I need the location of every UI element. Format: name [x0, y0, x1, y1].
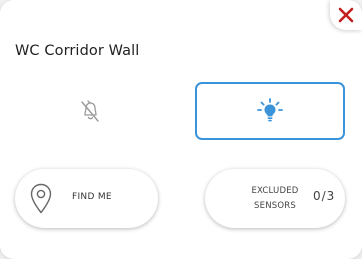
excluded-sensors-label: EXCLUDED SENSORS	[245, 184, 305, 214]
light-off-button[interactable]	[16, 83, 164, 139]
panel-title: WC Corridor Wall	[15, 43, 140, 59]
location-pin-icon	[30, 183, 52, 214]
close-icon	[338, 7, 354, 23]
find-me-label: FIND ME	[72, 192, 112, 202]
excluded-sensors-button[interactable]: EXCLUDED SENSORS 0/3	[205, 169, 345, 228]
light-off-icon	[81, 100, 99, 122]
close-button[interactable]	[330, 0, 362, 30]
excluded-label-line2: SENSORS	[254, 201, 296, 211]
light-on-button[interactable]	[195, 82, 345, 140]
sensor-panel: WC Corridor Wall FIND ME EXCLUDED SENSOR…	[0, 0, 362, 259]
lightbulb-on-icon	[257, 98, 283, 122]
excluded-label-line1: EXCLUDED	[251, 186, 299, 196]
excluded-sensors-count: 0/3	[313, 189, 336, 203]
find-me-button[interactable]: FIND ME	[15, 169, 158, 228]
